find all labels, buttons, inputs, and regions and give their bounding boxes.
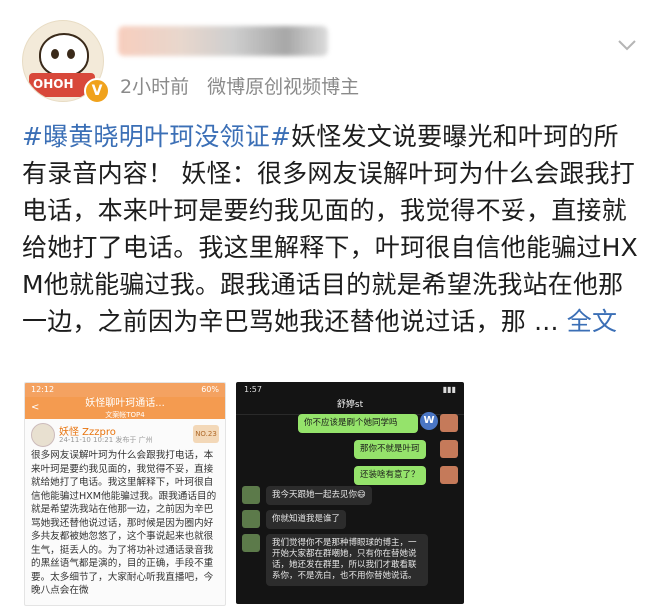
chat-bubble: 你不应该是刷个她同学吗: [298, 414, 418, 433]
chat-bubble: 你就知道我是谁了: [266, 510, 347, 529]
image-thumbnail-weibo-post[interactable]: 12:12 60% < 妖怪聊叶珂通话... 文案帐TOP4 妖怪 Zzzpro…: [24, 382, 226, 606]
status-time: 1:57: [244, 385, 262, 394]
nav-title: 妖怪聊叶珂通话...: [85, 398, 165, 409]
status-bar: 12:12 60%: [25, 383, 225, 397]
status-bar: 1:57 ▮▮▮: [236, 382, 464, 398]
post-body: #曝黄晓明叶珂没领证#妖怪发文说要曝光和叶珂的所有录音内容！ 妖怪：很多网友误解…: [22, 118, 642, 340]
avatar-eye: [51, 49, 59, 59]
signal-icon: ▮▮▮: [442, 385, 456, 394]
post-header: OHOH V 2小时前 微博原创视频博主: [0, 0, 660, 110]
full-text-link[interactable]: 全文: [567, 307, 617, 336]
avatar: [242, 486, 260, 504]
avatar-eye: [67, 49, 75, 59]
topic-hashtag-link[interactable]: #曝黄晓明叶珂没领证#: [22, 122, 291, 151]
post-text: 妖怪发文说要曝光和叶珂的所有录音内容！ 妖怪：很多网友误解叶珂为什么会跟我打电话…: [22, 122, 638, 336]
user-row: 妖怪 Zzzpro 24-11-10 10:21 发布于 广州 NO.23: [25, 419, 225, 447]
avatar: [242, 510, 260, 528]
chat-bubble: 还装啥有意了？: [354, 466, 426, 485]
post-meta: 2小时前 微博原创视频博主: [120, 72, 359, 99]
chevron-down-icon[interactable]: [616, 34, 638, 56]
post-source: 微博原创视频博主: [207, 76, 360, 98]
avatar-face: [39, 33, 89, 77]
post-text: 很多网友误解叶珂为什么会跟我打电话，本来叶珂是要约我见面的，我觉得不妥，直接就给…: [31, 450, 217, 596]
avatar: W: [420, 412, 438, 430]
post-time: 2小时前: [120, 76, 190, 98]
avatar-hat-label: OHOH: [33, 77, 74, 91]
avatar: [440, 466, 458, 484]
avatar: [31, 423, 55, 447]
rank-badge: NO.23: [193, 425, 219, 443]
chat-bubble: 我们觉得你不是那种博眼球的博主，一开始大家都在群嘲她，只有你在替她说话，她还发在…: [266, 534, 428, 586]
image-grid: 12:12 60% < 妖怪聊叶珂通话... 文案帐TOP4 妖怪 Zzzpro…: [24, 382, 464, 606]
status-time: 12:12: [31, 385, 55, 394]
username-blurred[interactable]: [118, 26, 328, 56]
post-date: 24-11-10 10:21 发布于 广州: [59, 436, 153, 444]
chat-bubble: 那你不就是叶珂: [354, 440, 426, 459]
nav-bar: < 妖怪聊叶珂通话... 文案帐TOP4: [25, 397, 225, 419]
nav-subtitle: 文案帐TOP4: [105, 411, 145, 419]
avatar: [242, 534, 260, 552]
avatar: [440, 440, 458, 458]
image-thumbnail-chat[interactable]: 1:57 ▮▮▮ 舒婷st 你不应该是刷个她同学吗 W 那你不就是叶珂 还装啥有…: [236, 382, 464, 604]
status-battery: 60%: [201, 385, 219, 394]
back-icon: <: [31, 402, 40, 413]
verified-badge: V: [84, 78, 110, 104]
chat-bubble: 我今天跟她一起去见你😄: [266, 486, 372, 505]
avatar: [440, 414, 458, 432]
